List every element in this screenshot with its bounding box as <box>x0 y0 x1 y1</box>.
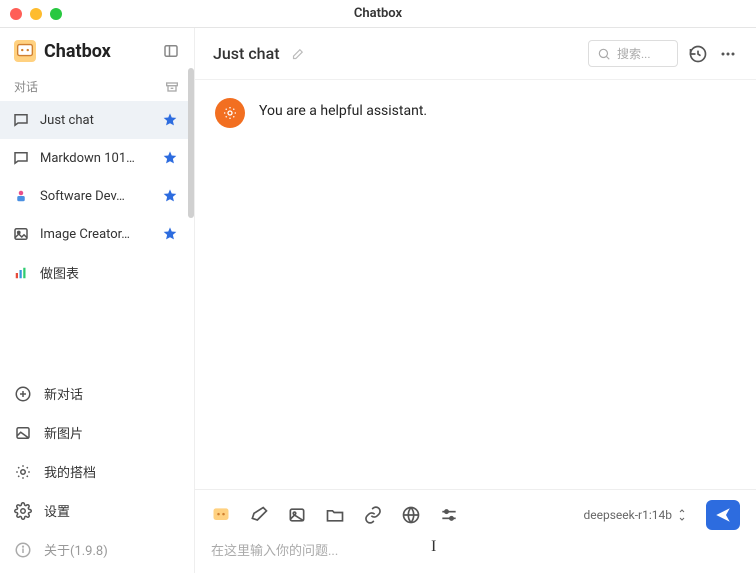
info-icon <box>14 541 32 559</box>
copilot-icon <box>14 463 32 481</box>
chat-item-just-chat[interactable]: Just chat <box>0 101 190 139</box>
maximize-window-button[interactable] <box>50 8 62 20</box>
star-icon <box>162 188 178 204</box>
traffic-lights <box>10 8 62 20</box>
send-button[interactable] <box>706 500 740 530</box>
chat-icon <box>12 111 30 129</box>
settings-button[interactable]: 设置 <box>0 491 194 530</box>
conversations-header: 对话 <box>0 72 194 101</box>
globe-icon[interactable] <box>401 505 421 525</box>
sidebar-scrollbar[interactable] <box>188 68 194 218</box>
sidebar-bottom: 新对话 新图片 我的搭档 设置 关于(1.9.8) <box>0 369 194 573</box>
main-panel: Just chat 搜索... You are a helpful assist… <box>195 28 756 573</box>
chat-item-label: Software Dev… <box>40 189 152 204</box>
text-cursor-icon: I <box>431 538 436 556</box>
model-select[interactable]: deepseek-r1:14b <box>584 508 689 522</box>
folder-icon[interactable] <box>325 505 345 525</box>
chat-item-label: Image Creator… <box>40 227 152 242</box>
edit-title-icon[interactable] <box>290 47 304 61</box>
chat-item-image-creator[interactable]: Image Creator… <box>0 215 190 253</box>
about-label: 关于(1.9.8) <box>44 540 108 559</box>
collapse-sidebar-icon[interactable] <box>162 42 180 60</box>
archive-icon[interactable] <box>164 79 180 95</box>
chat-item-markdown[interactable]: Markdown 101… <box>0 139 190 177</box>
chat-icon <box>12 149 30 167</box>
system-message-text: You are a helpful assistant. <box>259 98 427 119</box>
close-window-button[interactable] <box>10 8 22 20</box>
plus-circle-icon <box>14 385 32 403</box>
dev-icon <box>12 187 30 205</box>
new-image-button[interactable]: 新图片 <box>0 413 194 452</box>
message-input[interactable]: 在这里输入你的问题... I <box>211 540 740 559</box>
link-icon[interactable] <box>363 505 383 525</box>
about-button[interactable]: 关于(1.9.8) <box>0 530 194 569</box>
my-copilots-button[interactable]: 我的搭档 <box>0 452 194 491</box>
sidebar-header: Chatbox <box>0 28 194 72</box>
brand-name: Chatbox <box>44 41 154 62</box>
message-placeholder: 在这里输入你的问题... <box>211 544 338 559</box>
search-input[interactable]: 搜索... <box>588 40 678 67</box>
sliders-icon[interactable] <box>439 505 459 525</box>
my-copilots-label: 我的搭档 <box>44 462 96 481</box>
system-message: You are a helpful assistant. <box>215 98 736 128</box>
star-icon <box>162 112 178 128</box>
chat-area: You are a helpful assistant. <box>195 80 756 489</box>
composer: deepseek-r1:14b 在这里输入你的问题... I <box>195 489 756 573</box>
titlebar: Chatbox <box>0 0 756 28</box>
window-title: Chatbox <box>0 6 756 21</box>
image-icon <box>12 225 30 243</box>
new-chat-label: 新对话 <box>44 384 83 403</box>
attach-image-icon[interactable] <box>287 505 307 525</box>
conversations-label: 对话 <box>14 78 38 95</box>
model-name: deepseek-r1:14b <box>584 508 673 522</box>
history-icon[interactable] <box>688 44 708 64</box>
star-icon <box>162 226 178 242</box>
chat-item-make-chart[interactable]: 做图表 <box>0 253 190 292</box>
settings-label: 设置 <box>44 501 70 520</box>
chat-title: Just chat <box>213 44 280 63</box>
gear-avatar-icon <box>215 98 245 128</box>
star-icon <box>162 150 178 166</box>
app-logo-icon <box>14 40 36 62</box>
chat-list: Just chat Markdown 101… Software Dev… Im… <box>0 101 194 369</box>
gear-icon <box>14 502 32 520</box>
sidebar: Chatbox 对话 Just chat Markdown 101… <box>0 28 195 573</box>
chat-item-label: Markdown 101… <box>40 151 152 166</box>
chart-icon <box>12 264 30 282</box>
new-image-label: 新图片 <box>44 423 83 442</box>
chat-item-label: 做图表 <box>40 263 178 282</box>
image-plus-icon <box>14 424 32 442</box>
composer-toolbar: deepseek-r1:14b <box>211 500 740 530</box>
chat-item-software-dev[interactable]: Software Dev… <box>0 177 190 215</box>
minimize-window-button[interactable] <box>30 8 42 20</box>
new-chat-button[interactable]: 新对话 <box>0 374 194 413</box>
app-mini-logo-icon[interactable] <box>211 505 231 525</box>
chat-item-label: Just chat <box>40 113 152 128</box>
eraser-icon[interactable] <box>249 505 269 525</box>
more-icon[interactable] <box>718 44 738 64</box>
search-placeholder: 搜索... <box>617 45 651 62</box>
main-header: Just chat 搜索... <box>195 28 756 80</box>
